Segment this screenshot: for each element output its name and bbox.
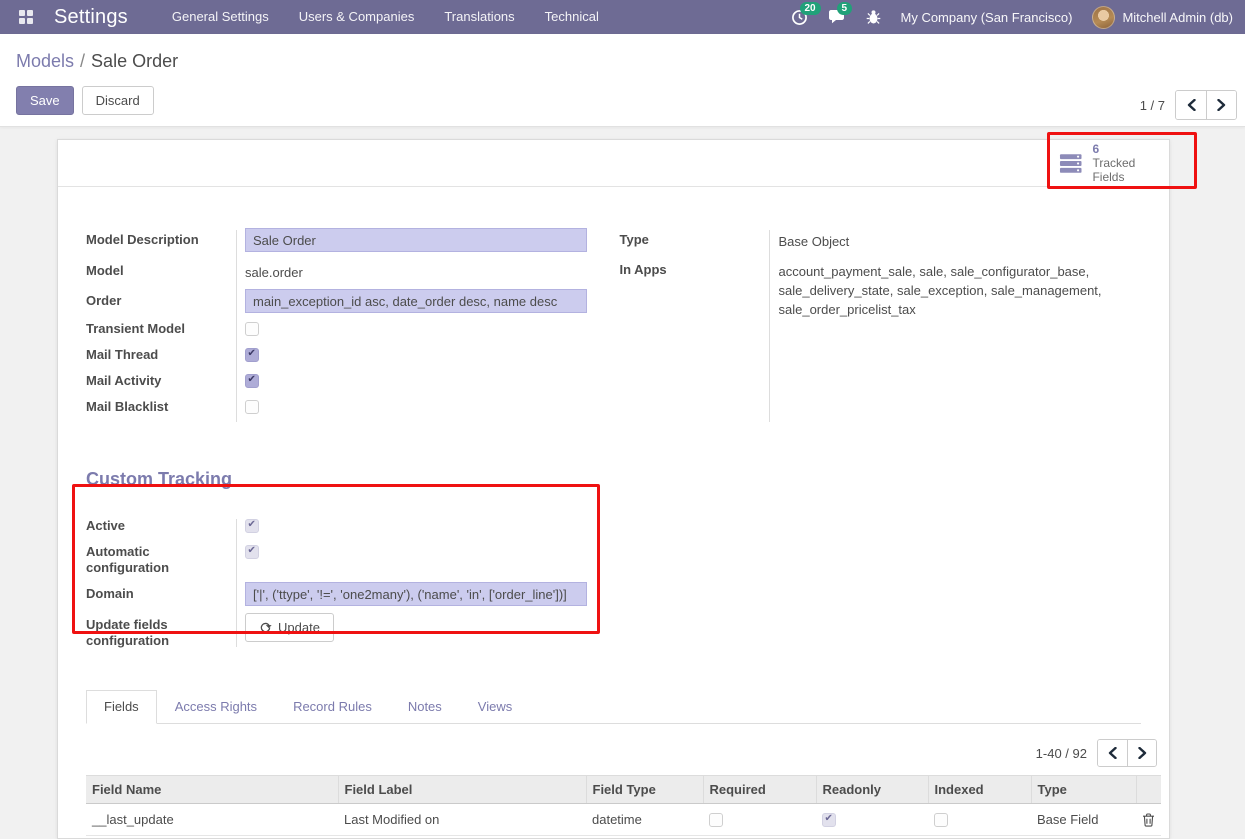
row-indexed-checkbox[interactable] [934, 813, 948, 827]
type-label: Type [619, 228, 769, 248]
user-avatar [1092, 6, 1115, 29]
transient-model-checkbox[interactable] [245, 322, 259, 336]
type-value: Base Object [769, 228, 1141, 251]
tab-views[interactable]: Views [460, 690, 530, 723]
order-label: Order [86, 289, 236, 309]
form-group-right: Type Base Object In Apps account_payment… [619, 228, 1141, 424]
domain-label: Domain [86, 582, 236, 602]
column-header-field-name[interactable]: Field Name [86, 776, 338, 804]
apps-menu-icon[interactable] [12, 0, 40, 34]
mail-activity-checkbox[interactable] [245, 374, 259, 388]
custom-tracking-group: Active Automatic configuration Domain Up… [86, 517, 616, 649]
list-pager-text: 1-40 / 92 [1036, 746, 1087, 761]
column-header-field-type[interactable]: Field Type [586, 776, 703, 804]
column-header-field-label[interactable]: Field Label [338, 776, 586, 804]
tracked-fields-count: 6 [1092, 142, 1169, 156]
cell-field-type: datetime [586, 804, 703, 836]
discard-button[interactable]: Discard [82, 86, 154, 115]
tracked-fields-icon [1059, 153, 1083, 174]
tab-record-rules[interactable]: Record Rules [275, 690, 390, 723]
bug-icon[interactable] [866, 9, 881, 25]
notebook-tabs: Fields Access Rights Record Rules Notes … [86, 690, 1141, 724]
menu-translations[interactable]: Translations [444, 0, 514, 34]
tab-notes[interactable]: Notes [390, 690, 460, 723]
column-header-required[interactable]: Required [703, 776, 816, 804]
activity-count-badge: 20 [800, 2, 821, 15]
form-group-left: Model Description Model sale.order Order… [86, 228, 613, 424]
breadcrumb-models-link[interactable]: Models [16, 51, 74, 71]
breadcrumb: Models / Sale Order [16, 51, 178, 72]
model-description-input[interactable] [245, 228, 587, 252]
cell-field-name: __last_update [86, 804, 338, 836]
column-header-type[interactable]: Type [1031, 776, 1136, 804]
record-pager-text: 1 / 7 [1140, 98, 1165, 113]
column-header-indexed[interactable]: Indexed [928, 776, 1031, 804]
save-button[interactable]: Save [16, 86, 74, 115]
mail-blacklist-label: Mail Blacklist [86, 398, 236, 415]
tab-fields[interactable]: Fields [86, 690, 157, 724]
company-switcher[interactable]: My Company (San Francisco) [901, 10, 1073, 25]
active-checkbox[interactable] [245, 519, 259, 533]
automatic-configuration-label: Automatic configuration [86, 543, 236, 576]
mail-activity-label: Mail Activity [86, 372, 236, 389]
messages-icon[interactable]: 5 [828, 9, 846, 25]
refresh-icon [259, 621, 272, 634]
menu-technical[interactable]: Technical [545, 0, 599, 34]
mail-thread-label: Mail Thread [86, 346, 236, 363]
menu-general-settings[interactable]: General Settings [172, 0, 269, 34]
tab-access-rights[interactable]: Access Rights [157, 690, 275, 723]
app-title[interactable]: Settings [54, 6, 128, 29]
breadcrumb-separator: / [80, 51, 85, 71]
list-pager-next-button[interactable] [1127, 740, 1156, 766]
fields-table: Field Name Field Label Field Type Requir… [86, 775, 1161, 836]
update-fields-configuration-label: Update fields configuration [86, 613, 236, 649]
transient-model-label: Transient Model [86, 320, 236, 337]
row-readonly-checkbox[interactable] [822, 813, 836, 827]
cell-field-label: Last Modified on [338, 804, 586, 836]
update-button[interactable]: Update [245, 613, 334, 642]
user-name: Mitchell Admin (db) [1122, 10, 1233, 25]
pager-next-button[interactable] [1206, 91, 1236, 119]
active-label: Active [86, 517, 236, 534]
order-input[interactable] [245, 289, 587, 313]
in-apps-label: In Apps [619, 258, 769, 278]
menu-users-companies[interactable]: Users & Companies [299, 0, 415, 34]
top-navbar: Settings General Settings Users & Compan… [0, 0, 1245, 34]
model-description-label: Model Description [86, 228, 236, 248]
button-box: 6 Tracked Fields [58, 140, 1169, 187]
nav-menu: General Settings Users & Companies Trans… [172, 0, 599, 34]
automatic-configuration-checkbox[interactable] [245, 545, 259, 559]
trash-icon [1142, 813, 1155, 827]
tracked-fields-stat-button[interactable]: 6 Tracked Fields [1048, 140, 1169, 186]
update-button-label: Update [278, 620, 320, 635]
cell-type: Base Field [1031, 804, 1136, 836]
model-value: sale.order [236, 259, 613, 282]
form-sheet: 6 Tracked Fields Model Description Model… [57, 139, 1170, 839]
row-required-checkbox[interactable] [709, 813, 723, 827]
in-apps-value: account_payment_sale, sale, sale_configu… [769, 258, 1141, 319]
domain-input[interactable] [245, 582, 587, 606]
table-row[interactable]: __last_update Last Modified on datetime … [86, 804, 1161, 836]
tracked-fields-label: Tracked Fields [1092, 156, 1169, 184]
delete-row-button[interactable] [1142, 813, 1155, 827]
activity-icon[interactable]: 20 [791, 9, 808, 26]
list-pager-previous-button[interactable] [1098, 740, 1127, 766]
column-header-readonly[interactable]: Readonly [816, 776, 928, 804]
mail-blacklist-checkbox[interactable] [245, 400, 259, 414]
pager-previous-button[interactable] [1176, 91, 1206, 119]
mail-thread-checkbox[interactable] [245, 348, 259, 362]
control-panel: Models / Sale Order Save Discard 1 / 7 [0, 34, 1245, 127]
user-menu[interactable]: Mitchell Admin (db) [1092, 6, 1233, 29]
message-count-badge: 5 [837, 2, 853, 15]
breadcrumb-current: Sale Order [91, 51, 178, 71]
model-label: Model [86, 259, 236, 279]
custom-tracking-title: Custom Tracking [86, 469, 1169, 490]
